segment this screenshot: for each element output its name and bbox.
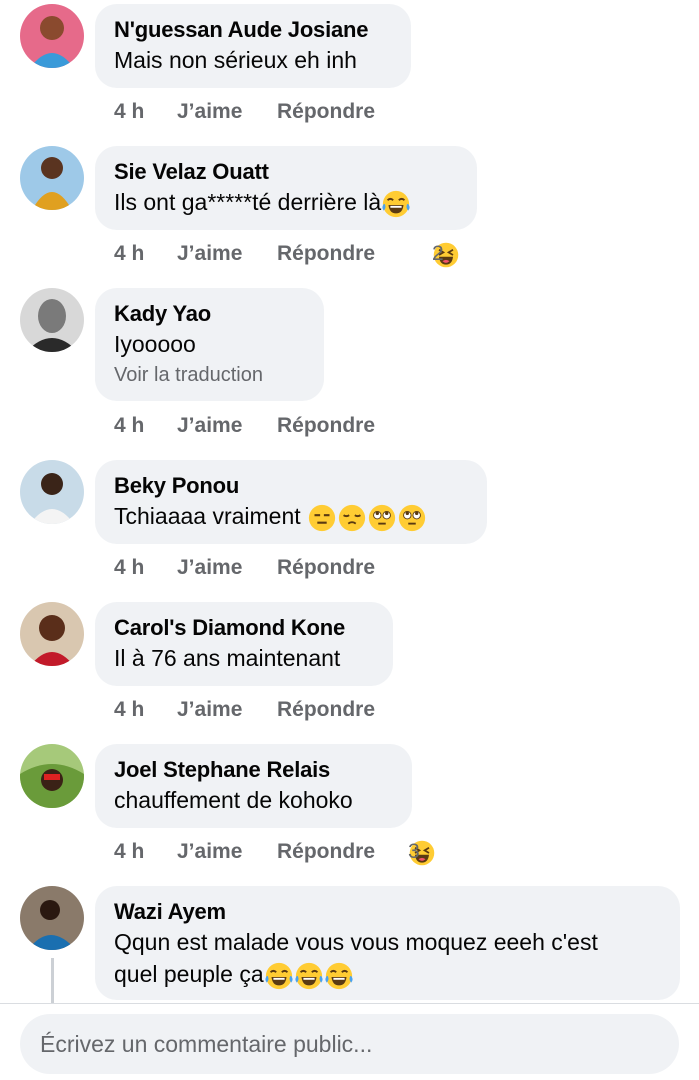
comment-text-row: Tchiaaaa vraiment [114,500,467,533]
comment-text: Iyooooo [114,331,196,357]
comment-input-placeholder: Écrivez un commentaire public... [40,1031,373,1057]
like-button[interactable]: J’aime [177,241,242,267]
comment-time[interactable]: 4 h [114,697,144,723]
tears-of-joy-icon [294,961,324,991]
like-button[interactable]: J’aime [177,555,242,581]
comment-author[interactable]: N'guessan Aude Josiane [114,16,391,43]
comment-bubble: Joel Stephane Relais chauffement de koho… [95,744,412,828]
reply-button[interactable]: Répondre [277,413,375,439]
divider [0,1003,699,1004]
comment-text: Ils ont ga*****té derrière là [114,189,382,215]
comment-text: Il à 76 ans maintenant [114,645,341,671]
tears-of-joy-icon [381,189,411,219]
comment-time[interactable]: 4 h [114,555,144,581]
reply-thread-line [51,958,54,1004]
comment-text: chauffement de kohoko [114,787,353,813]
comment-time[interactable]: 4 h [114,241,144,267]
comment-bubble: Beky Ponou Tchiaaaa vraiment [95,460,487,544]
reply-button[interactable]: Répondre [277,241,375,267]
avatar[interactable] [20,886,84,950]
comment-input[interactable]: Écrivez un commentaire public... [20,1014,679,1074]
tears-of-joy-icon [264,961,294,991]
like-button[interactable]: J’aime [177,99,242,125]
reaction-count: 3 [408,840,420,863]
comment-author[interactable]: Beky Ponou [114,472,467,499]
reply-button[interactable]: Répondre [277,697,375,723]
comment-time[interactable]: 4 h [114,99,144,125]
comment-author[interactable]: Carol's Diamond Kone [114,614,373,641]
comment-time[interactable]: 4 h [114,839,144,865]
comment-author[interactable]: Joel Stephane Relais [114,756,392,783]
avatar[interactable] [20,460,84,524]
comment-bubble: Carol's Diamond Kone Il à 76 ans mainten… [95,602,393,686]
eye-roll-face-icon [397,503,427,533]
comment-bubble: Wazi Ayem Qqun est malade vous vous moqu… [95,886,680,1000]
like-button[interactable]: J’aime [177,839,242,865]
comment-bubble: N'guessan Aude Josiane Mais non sérieux … [95,4,411,88]
comment-author[interactable]: Sie Velaz Ouatt [114,158,457,185]
reaction-count: 2 [432,242,444,265]
avatar[interactable] [20,288,84,352]
avatar[interactable] [20,146,84,210]
reaction-summary[interactable]: 3 [408,839,436,867]
comment-text: Tchiaaaa vraiment [114,503,301,529]
eye-roll-face-icon [367,503,397,533]
tears-of-joy-icon [324,961,354,991]
comment-author[interactable]: Kady Yao [114,300,304,327]
comment-time[interactable]: 4 h [114,413,144,439]
avatar[interactable] [20,4,84,68]
comment-text: quel peuple ça [114,961,264,987]
reply-button[interactable]: Répondre [277,555,375,581]
comment-text: Qqun est malade vous vous moquez eeeh c'… [114,929,598,955]
comment-bubble: Kady Yao Iyooooo Voir la traduction [95,288,324,401]
comment-text-row: quel peuple ça [114,958,660,991]
comment-text-row: Ils ont ga*****té derrière là [114,186,457,219]
like-button[interactable]: J’aime [177,413,242,439]
like-button[interactable]: J’aime [177,697,242,723]
reply-button[interactable]: Répondre [277,99,375,125]
comment-bubble: Sie Velaz Ouatt Ils ont ga*****té derriè… [95,146,477,230]
comment-author[interactable]: Wazi Ayem [114,898,660,925]
avatar[interactable] [20,602,84,666]
expressionless-face-icon [307,503,337,533]
avatar[interactable] [20,744,84,808]
comment-text: Mais non sérieux eh inh [114,47,357,73]
reaction-summary[interactable]: 2 [432,241,460,269]
reply-button[interactable]: Répondre [277,839,375,865]
see-translation-link[interactable]: Voir la traduction [114,362,304,388]
pensive-face-icon [337,503,367,533]
